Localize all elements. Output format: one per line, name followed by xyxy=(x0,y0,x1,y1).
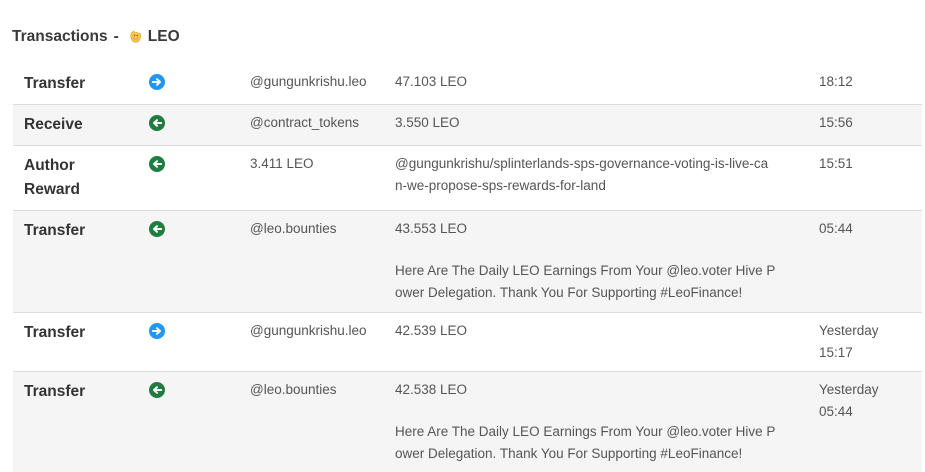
arrow-left-circle-icon xyxy=(149,382,165,398)
tx-party: @leo.bounties xyxy=(250,382,337,397)
tx-type: Transfer xyxy=(24,75,86,92)
tx-memo: Here Are The Daily LEO Earnings From You… xyxy=(395,421,800,465)
tx-amount: 47.103 LEO xyxy=(395,74,468,89)
tx-memo-line2: ower Delegation. Thank You For Supportin… xyxy=(395,446,743,461)
tx-party: @gungunkrishu.leo xyxy=(250,74,367,89)
tx-amount: 42.538 LEO xyxy=(395,382,468,397)
title-separator: - xyxy=(113,28,119,45)
tx-amount: 3.550 LEO xyxy=(395,115,460,130)
arrow-left-circle-icon xyxy=(149,221,165,237)
tx-amount: 42.539 LEO xyxy=(395,323,468,338)
transactions-table: Transfer @gungunkrishu.leo 47.103 LEO 18… xyxy=(13,64,922,472)
tx-time-line2: 15:17 xyxy=(819,345,853,360)
tx-time: 18:12 xyxy=(819,74,853,89)
arrow-left-circle-icon xyxy=(149,156,165,172)
tx-time: Yesterday 05:44 xyxy=(819,379,915,423)
arrow-left-circle-icon xyxy=(149,115,165,131)
tx-type: Transfer xyxy=(24,324,86,341)
arrow-right-circle-icon xyxy=(149,74,165,90)
tx-time-line1: Yesterday xyxy=(819,382,879,397)
arrow-right-circle-icon xyxy=(149,323,165,339)
tx-time: 15:51 xyxy=(819,156,853,171)
tx-time: 15:56 xyxy=(819,115,853,130)
tx-time-line2: 05:44 xyxy=(819,404,853,419)
table-row[interactable]: Author Reward 3.411 LEO @gungunkrishu/sp… xyxy=(13,146,922,211)
page-title: Transactions - LEO xyxy=(12,26,180,48)
tx-time: Yesterday 15:17 xyxy=(819,320,915,364)
tx-memo: Here Are The Daily LEO Earnings From You… xyxy=(395,260,800,304)
table-row[interactable]: Transfer @leo.bounties 43.553 LEO Here A… xyxy=(13,211,922,313)
tx-party: @contract_tokens xyxy=(250,115,360,130)
tx-type: Author Reward xyxy=(24,154,124,202)
tx-memo-line1: Here Are The Daily LEO Earnings From You… xyxy=(395,424,776,439)
table-row[interactable]: Transfer @gungunkrishu.leo 47.103 LEO 18… xyxy=(13,64,922,105)
tx-memo-line1: Here Are The Daily LEO Earnings From You… xyxy=(395,263,776,278)
table-row[interactable]: Transfer @leo.bounties 42.538 LEO Here A… xyxy=(13,372,922,472)
tx-amount: 43.553 LEO xyxy=(395,221,468,236)
tx-time-line1: Yesterday xyxy=(819,323,879,338)
tx-memo-line2: ower Delegation. Thank You For Supportin… xyxy=(395,285,743,300)
title-text: Transactions xyxy=(12,28,108,45)
tx-party: @leo.bounties xyxy=(250,221,337,236)
table-row[interactable]: Transfer @gungunkrishu.leo 42.539 LEO Ye… xyxy=(13,313,922,372)
tx-memo-line2: n-we-propose-sps-rewards-for-land xyxy=(395,178,606,193)
leo-lion-icon xyxy=(128,29,144,45)
tx-amount: 3.411 LEO xyxy=(250,156,314,171)
tx-type-line2: Reward xyxy=(24,181,80,198)
tx-time: 05:44 xyxy=(819,221,853,236)
tx-type-line1: Author xyxy=(24,157,75,174)
table-row[interactable]: Receive @contract_tokens 3.550 LEO 15:56 xyxy=(13,105,922,146)
tx-type: Transfer xyxy=(24,383,86,400)
token-name: LEO xyxy=(147,28,180,45)
tx-memo-line1: @gungunkrishu/splinterlands-sps-governan… xyxy=(395,156,769,171)
tx-party: @gungunkrishu.leo xyxy=(250,323,367,338)
tx-type: Receive xyxy=(24,116,83,133)
tx-type: Transfer xyxy=(24,222,86,239)
tx-memo-link[interactable]: @gungunkrishu/splinterlands-sps-governan… xyxy=(395,153,800,197)
